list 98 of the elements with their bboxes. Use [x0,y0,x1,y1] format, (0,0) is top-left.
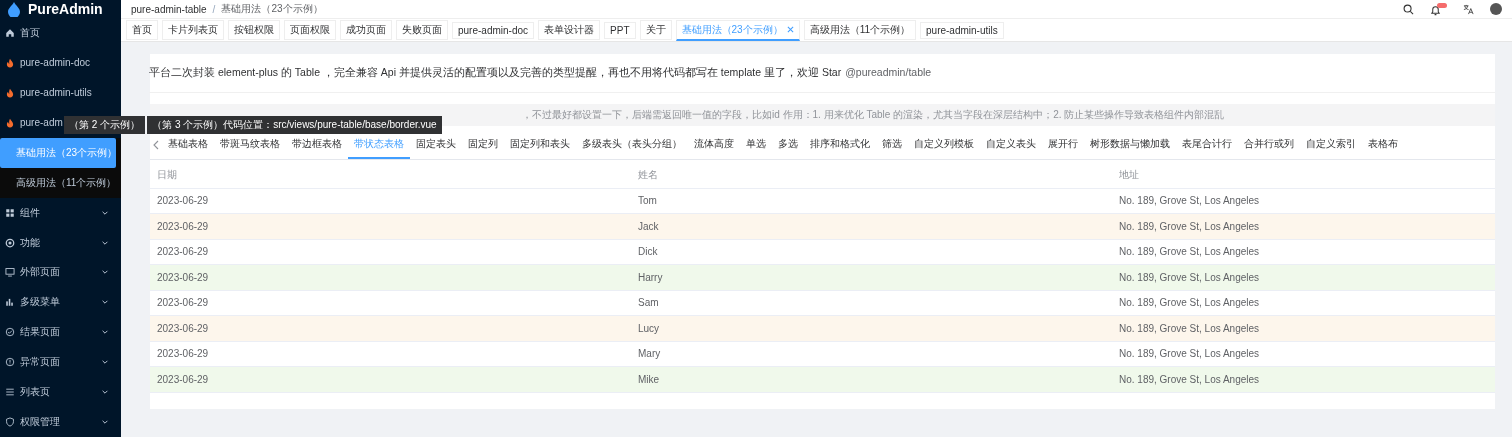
package-link[interactable]: @pureadmin/table [845,66,932,78]
flame-icon [5,117,15,128]
page-tab[interactable]: pure-admin-utils [920,21,1004,39]
check-circle-icon [5,327,15,338]
flame-icon [5,57,15,68]
sidebar-item[interactable]: 列表页 [0,377,121,408]
example-tab[interactable]: 带斑马纹表格 [214,131,286,159]
table-cell: No. 189, Grove St, Los Angeles [1112,290,1495,316]
table-cell: Mary [631,341,1112,367]
example-tab[interactable]: 合并行或列 [1238,131,1300,159]
notification-bell-icon[interactable] [1430,2,1447,16]
submenu-item[interactable]: 高级用法（11个示例） [0,167,121,198]
table-cell: No. 189, Grove St, Los Angeles [1112,188,1495,214]
table-cell: 2023-06-29 [150,341,631,367]
sidebar-item[interactable]: 首页 [0,17,121,48]
table-cell: No. 189, Grove St, Los Angeles [1112,239,1495,265]
page-tab[interactable]: 高级用法（11个示例） [803,20,916,40]
example-tab[interactable]: 展开行 [1042,131,1084,159]
table-cell: Mike [631,366,1112,392]
column-header: 日期 [150,163,631,188]
tooltip: （第 2 个示例） [64,116,146,134]
example-tab[interactable]: 固定列 [462,131,504,159]
example-tab[interactable]: 流体高度 [688,131,740,159]
breadcrumb-item[interactable]: pure-admin-table [131,3,207,15]
page-tab[interactable]: 按钮权限 [228,20,280,40]
table-cell: No. 189, Grove St, Los Angeles [1112,341,1495,367]
sidebar-item[interactable]: pure-admin-utils [0,77,121,108]
translate-icon[interactable] [1463,3,1474,15]
example-tab[interactable]: 表格布 [1362,131,1404,159]
chevron-left-icon[interactable] [152,140,160,150]
sidebar-item[interactable]: pure-admin-doc [0,47,121,78]
sidebar-item[interactable]: 组件 [0,197,121,228]
table-cell: Sam [631,290,1112,316]
page-tab[interactable]: 成功页面 [340,20,392,40]
table-cell: No. 189, Grove St, Los Angeles [1112,315,1495,341]
home-icon [5,27,15,38]
table-cell: 2023-06-29 [150,264,631,290]
sidebar-item[interactable]: 功能 [0,227,121,258]
page-tab[interactable]: 表单设计器 [538,20,601,40]
example-tab[interactable]: 自定义索引 [1300,131,1362,159]
sidebar-item[interactable]: 异常页面 [0,347,121,378]
example-tab[interactable]: 筛选 [876,131,908,159]
shield-icon [5,417,15,428]
description-text: 平台二次封装 element-plus 的 Table ，完全兼容 Api 并提供灵活的配置项以及完善的类型提醒，再也不用将代码都写在 template 里了，欢迎 Star @pureadmin/table [149,66,1495,93]
example-tab[interactable]: 多选 [772,131,804,159]
column-header: 地址 [1112,163,1495,188]
list-icon [5,387,15,398]
page-tab[interactable]: 卡片列表页 [162,20,224,40]
table-cell: Tom [631,188,1112,214]
page-tab[interactable]: 关于 [639,20,672,40]
example-tab[interactable]: 固定列和表头 [504,131,576,159]
example-tab[interactable]: 排序和格式化 [804,131,876,159]
sidebar-item[interactable]: 结果页面 [0,317,121,348]
bar-chart-icon [5,297,15,308]
table-cell: 2023-06-29 [150,290,631,316]
page-tab[interactable]: 首页 [126,20,158,40]
example-tab[interactable]: 树形数据与懒加载 [1084,131,1176,159]
app-logo-text: PureAdmin [28,0,103,17]
sidebar-item[interactable]: 多级菜单 [0,287,121,318]
table-cell: Lucy [631,315,1112,341]
grid-icon [5,207,15,218]
example-tab[interactable]: 多级表头（表头分组） [576,131,688,159]
avatar[interactable] [1490,3,1502,15]
breadcrumb-item: 基础用法（23个示例） [221,2,323,16]
sidebar-item[interactable]: 外部页面 [0,257,121,288]
eye-icon [5,237,15,248]
info-circle-icon [5,357,15,368]
table-cell: 2023-06-29 [150,239,631,265]
example-tab[interactable]: 带边框表格 [286,131,348,159]
search-icon[interactable] [1403,3,1414,15]
page-tab[interactable]: pure-admin-doc [452,21,535,39]
page-tab[interactable]: 页面权限 [284,20,336,40]
table-cell: Dick [631,239,1112,265]
logo-icon [6,0,22,17]
table-cell: No. 189, Grove St, Los Angeles [1112,213,1495,239]
breadcrumb-separator: / [212,3,216,15]
example-tab[interactable]: 表尾合计行 [1176,131,1238,159]
example-tab[interactable]: 基础表格 [162,131,214,159]
table-cell: 2023-06-29 [150,188,631,214]
flame-icon [5,87,15,98]
monitor-icon [5,267,15,278]
sidebar-item[interactable]: 权限管理 [0,407,121,437]
page-tab[interactable]: PPT [604,21,636,39]
table-cell: Jack [631,213,1112,239]
table-cell: No. 189, Grove St, Los Angeles [1112,264,1495,290]
column-header: 姓名 [631,163,1112,188]
table-cell: No. 189, Grove St, Los Angeles [1112,366,1495,392]
close-icon[interactable] [786,26,794,33]
table-cell: 2023-06-29 [150,366,631,392]
page-tab[interactable]: 失败页面 [396,20,448,40]
example-tab[interactable]: 自定义表头 [980,131,1042,159]
example-tab[interactable]: 单选 [740,131,772,159]
table-cell: Harry [631,264,1112,290]
example-tab[interactable]: 自定义列模板 [908,131,980,159]
table-cell: 2023-06-29 [150,213,631,239]
example-tab[interactable]: 固定表头 [410,131,462,159]
table-cell: 2023-06-29 [150,315,631,341]
tooltip: （第 3 个示例）代码位置：src/views/pure-table/base/border.vue [147,116,442,134]
